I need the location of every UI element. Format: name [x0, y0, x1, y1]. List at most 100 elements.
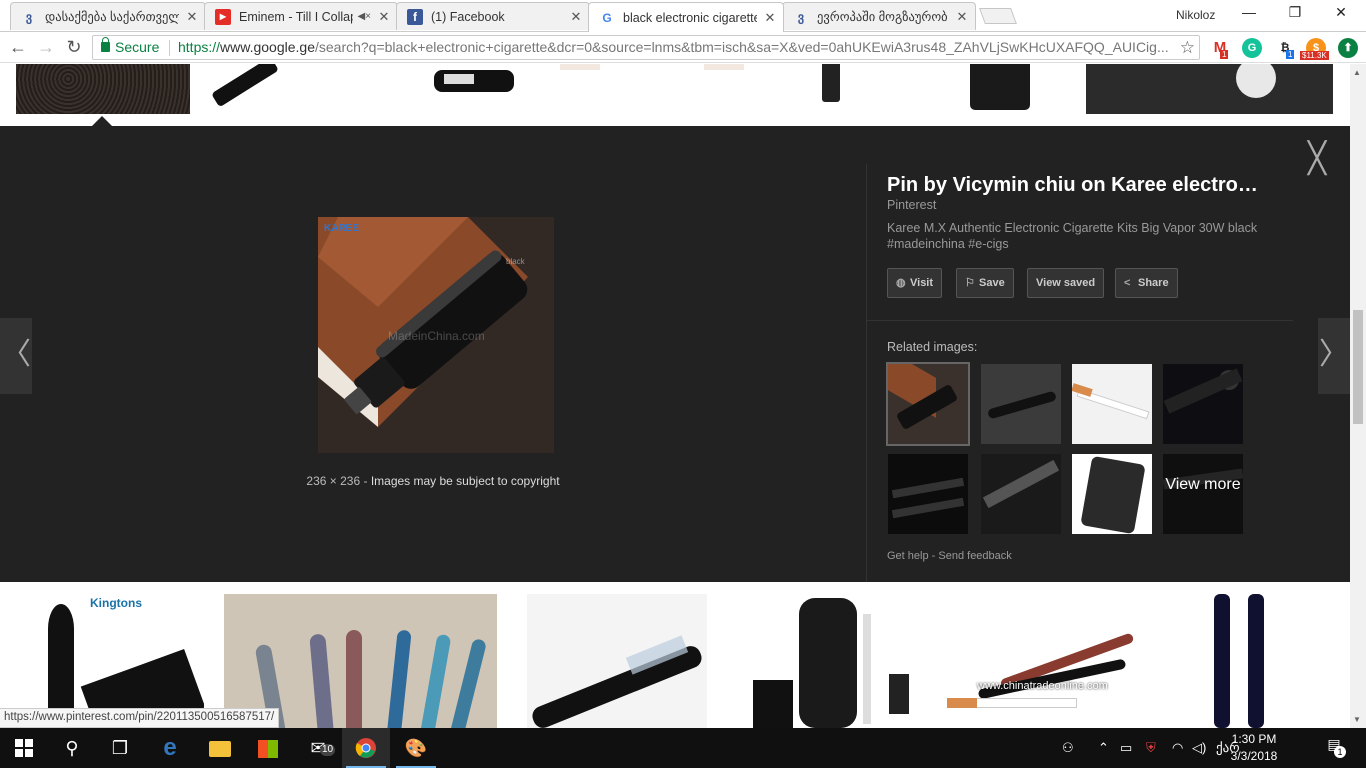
result-brand-text: Kingtons: [90, 596, 142, 610]
profile-name[interactable]: Nikoloz: [1176, 8, 1215, 22]
image-source[interactable]: Pinterest: [887, 198, 936, 212]
tab-close-icon[interactable]: ✕: [377, 9, 391, 25]
notifications-icon[interactable]: ▤ 1: [1322, 736, 1346, 758]
tab-1[interactable]: ვ დასაქმება საქართველ ✕: [10, 2, 206, 30]
save-button[interactable]: ⚐ Save: [956, 268, 1014, 298]
task-view-icon[interactable]: ❐: [96, 728, 144, 768]
clock-date: 3/3/2018: [1230, 749, 1278, 763]
result-thumbnail[interactable]: [560, 64, 600, 70]
paint-icon[interactable]: 🎨: [392, 728, 440, 768]
window-close-icon[interactable]: ✕: [1318, 4, 1364, 24]
chevron-up-icon[interactable]: ⌃: [1098, 740, 1109, 756]
windows-taskbar: ⚲ ❐ e ✉ 10 🎨 ⚇ ⌃ ▭ ⛨ ◠ ◁) ქარ 1:30 PM 3/3…: [0, 728, 1366, 768]
ecig-shape: [1214, 594, 1230, 728]
tab-close-icon[interactable]: ✕: [569, 9, 583, 25]
wifi-icon[interactable]: ◠: [1172, 740, 1183, 756]
windows-start-icon[interactable]: [0, 728, 48, 768]
result-thumbnail[interactable]: www.chinatradeonline.com: [937, 594, 1137, 728]
grammarly-extension-icon[interactable]: G: [1242, 38, 1262, 58]
tab-5[interactable]: ვ ევროპაში მოგზაურობ ✕: [782, 2, 976, 30]
preview-image[interactable]: KAREE black MadeinChina.com: [318, 217, 554, 453]
browser-toolbar: ← → ↻ Secure https://www.google.ge/searc…: [0, 32, 1366, 63]
related-image[interactable]: [886, 362, 970, 446]
new-tab-button[interactable]: [979, 8, 1017, 24]
edge-browser-icon[interactable]: e: [146, 728, 194, 768]
result-thumbnail[interactable]: [818, 64, 846, 114]
result-thumbnail[interactable]: [16, 64, 190, 114]
related-image[interactable]: [888, 454, 968, 534]
minimize-icon[interactable]: —: [1226, 4, 1272, 24]
result-watermark: www.chinatradeonline.com: [977, 680, 1108, 692]
back-arrow-icon[interactable]: ←: [8, 37, 28, 57]
image-title[interactable]: Pin by Vicymin chiu on Karee electro…: [887, 174, 1277, 197]
result-thumbnail[interactable]: [1200, 594, 1310, 728]
share-button[interactable]: < Share: [1115, 268, 1178, 298]
bookmark-star-icon[interactable]: ☆: [1180, 36, 1195, 59]
address-bar[interactable]: Secure https://www.google.ge/search?q=bl…: [92, 35, 1200, 60]
image-watermark: black: [506, 257, 525, 266]
send-feedback-link[interactable]: Send feedback: [938, 550, 1011, 562]
people-icon[interactable]: ⚇: [1062, 740, 1074, 756]
tab-2[interactable]: ▶ Eminem - Till I Collaps ◀× ✕: [204, 2, 398, 30]
file-explorer-icon[interactable]: [196, 728, 244, 768]
battery-icon[interactable]: ▭: [1120, 740, 1132, 756]
chrome-icon[interactable]: [342, 728, 390, 768]
reload-icon[interactable]: ↻: [64, 37, 84, 57]
volume-icon[interactable]: ◁): [1192, 740, 1206, 756]
forward-arrow-icon[interactable]: →: [36, 37, 56, 57]
visit-button[interactable]: ◍ Visit: [887, 268, 943, 298]
previous-image-button[interactable]: 〈: [0, 318, 32, 394]
scroll-down-arrow-icon[interactable]: ▼: [1353, 715, 1361, 724]
result-thumbnail[interactable]: [704, 64, 744, 70]
store-bag-shape: [258, 740, 278, 759]
tab-4-active[interactable]: G black electronic cigarette ✕: [588, 2, 784, 32]
bottle-shape: [889, 674, 909, 714]
tab-close-icon[interactable]: ✕: [763, 10, 777, 26]
case-shape: [799, 598, 857, 728]
close-viewer-icon[interactable]: ╳: [1302, 144, 1332, 175]
mail-icon[interactable]: ✉ 10: [294, 728, 342, 768]
status-bar-link-preview: https://www.pinterest.com/pin/2201135005…: [0, 708, 280, 728]
tab-close-icon[interactable]: ✕: [185, 9, 199, 25]
search-icon[interactable]: ⚲: [48, 728, 96, 768]
help-links: Get help - Send feedback: [887, 550, 1012, 562]
url-text[interactable]: https://www.google.ge/search?q=black+ele…: [178, 36, 1168, 59]
scrollbar-thumb[interactable]: [1353, 310, 1363, 424]
download-extension-icon[interactable]: ⬆: [1338, 38, 1358, 58]
related-image[interactable]: [981, 454, 1061, 534]
tab-title: black electronic cigarette: [623, 10, 757, 25]
chevron-left-icon: 〈: [1, 338, 31, 371]
result-thumbnail[interactable]: [527, 594, 707, 728]
result-thumbnail[interactable]: [966, 64, 1036, 114]
scroll-up-arrow-icon[interactable]: ▲: [1353, 68, 1361, 77]
store-icon[interactable]: [244, 728, 292, 768]
get-help-link[interactable]: Get help: [887, 550, 929, 562]
usb-charger-shape: [444, 74, 474, 84]
share-label: Share: [1138, 277, 1169, 289]
image-viewer-panel: 〈 KAREE black MadeinChina.com 236 × 236 …: [0, 126, 1350, 582]
related-image[interactable]: [1072, 364, 1152, 444]
clock[interactable]: 1:30 PM 3/3/2018: [1222, 731, 1286, 765]
related-image[interactable]: [1072, 454, 1152, 534]
next-image-button[interactable]: 〉: [1318, 318, 1350, 394]
page-scrollbar[interactable]: ▲ ▼: [1350, 64, 1366, 728]
tab-3[interactable]: f (1) Facebook ✕: [396, 2, 590, 30]
lock-icon: [101, 37, 110, 52]
result-thumbnail[interactable]: [743, 594, 919, 728]
antivirus-icon[interactable]: ⛨: [1146, 740, 1156, 756]
related-image[interactable]: [1163, 364, 1243, 444]
tab-close-icon[interactable]: ✕: [955, 9, 969, 25]
secure-label[interactable]: Secure: [115, 36, 159, 59]
speaker-muted-icon[interactable]: ◀×: [357, 11, 371, 22]
result-thumbnail[interactable]: [420, 64, 530, 114]
view-saved-button[interactable]: View saved: [1027, 268, 1105, 298]
copyright-link[interactable]: Images may be subject to copyright: [371, 474, 560, 488]
maximize-icon[interactable]: ❐: [1272, 4, 1318, 24]
chrome-logo: [355, 738, 376, 758]
result-thumbnail[interactable]: [200, 64, 400, 114]
result-thumbnail[interactable]: [1086, 64, 1333, 114]
view-more-tile[interactable]: View more: [1163, 454, 1243, 534]
related-image[interactable]: [981, 364, 1061, 444]
ecig-shape: [386, 629, 412, 728]
ecig-shape: [986, 390, 1058, 420]
